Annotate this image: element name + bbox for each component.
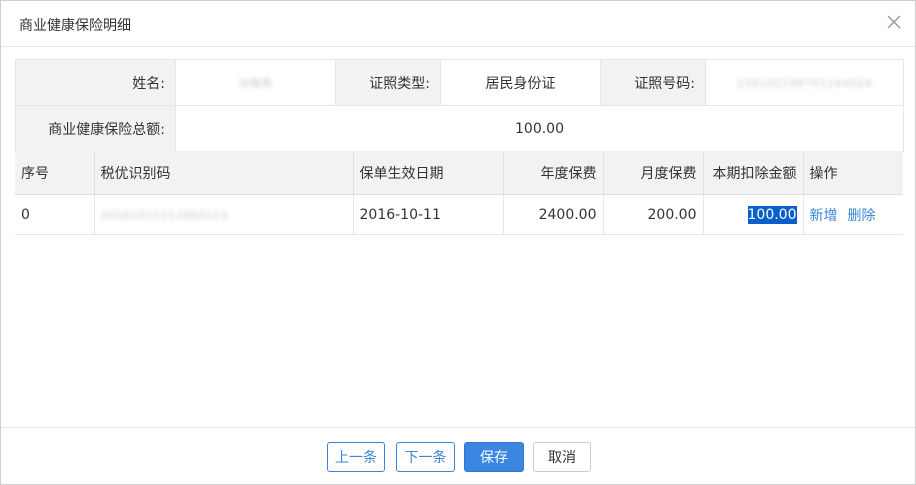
row-ops: 新增删除 bbox=[803, 195, 903, 235]
total-label: 商业健康保险总额: bbox=[16, 106, 176, 152]
col-effective-date: 保单生效日期 bbox=[353, 151, 503, 195]
dialog-title: 商业健康保险明细 bbox=[19, 15, 131, 35]
add-row-link[interactable]: 新增 bbox=[810, 208, 838, 224]
row-annual-premium: 2400.00 bbox=[503, 195, 603, 235]
total-value: 100.00 bbox=[176, 106, 904, 152]
row-effective-date: 2016-10-11 bbox=[353, 195, 503, 235]
row-monthly-premium: 200.00 bbox=[603, 195, 703, 235]
col-ops: 操作 bbox=[803, 151, 903, 195]
insurance-detail-dialog: 商业健康保险明细 姓名: 冯晓燕 证照类型: 居民身份证 证照号码: 23010… bbox=[0, 0, 916, 485]
col-monthly-premium: 月度保费 bbox=[603, 151, 703, 195]
save-button[interactable]: 保存 bbox=[464, 442, 524, 472]
id-type-value: 居民身份证 bbox=[441, 60, 601, 106]
id-type-label: 证照类型: bbox=[336, 60, 441, 106]
dialog-header: 商业健康保险明细 bbox=[1, 1, 915, 47]
row-seq: 0 bbox=[15, 195, 94, 235]
col-seq: 序号 bbox=[15, 151, 94, 195]
insurance-detail-table: 序号 税优识别码 保单生效日期 年度保费 月度保费 本期扣除金额 操作 0 20… bbox=[15, 151, 903, 235]
name-value: 冯晓燕 bbox=[176, 60, 336, 106]
table-row: 0 20161011212960123 2016-10-11 2400.00 2… bbox=[15, 195, 903, 235]
col-deduction: 本期扣除金额 bbox=[703, 151, 803, 195]
prev-record-button[interactable]: 上一条 bbox=[327, 442, 385, 472]
col-tax-code: 税优识别码 bbox=[94, 151, 353, 195]
name-value-text: 冯晓燕 bbox=[238, 77, 273, 90]
next-record-button[interactable]: 下一条 bbox=[396, 442, 455, 472]
row-tax-code-text: 20161011212960123 bbox=[101, 209, 228, 222]
id-number-value: 230102199701144024 bbox=[706, 60, 904, 106]
id-number-value-text: 230102199701144024 bbox=[737, 77, 872, 90]
cancel-button[interactable]: 取消 bbox=[533, 442, 591, 472]
dialog-footer: 上一条 下一条 保存 取消 bbox=[1, 427, 915, 485]
row-tax-code: 20161011212960123 bbox=[94, 195, 353, 235]
delete-row-link[interactable]: 删除 bbox=[848, 208, 876, 224]
id-number-label: 证照号码: bbox=[601, 60, 706, 106]
row-deduction-input[interactable]: 100.00 bbox=[748, 206, 797, 224]
taxpayer-info-table: 姓名: 冯晓燕 证照类型: 居民身份证 证照号码: 23010219970114… bbox=[15, 59, 904, 152]
col-annual-premium: 年度保费 bbox=[503, 151, 603, 195]
row-deduction-cell[interactable]: 100.00 bbox=[703, 195, 803, 235]
table-header-row: 序号 税优识别码 保单生效日期 年度保费 月度保费 本期扣除金额 操作 bbox=[15, 151, 903, 195]
close-icon[interactable] bbox=[885, 13, 903, 31]
name-label: 姓名: bbox=[16, 60, 176, 106]
